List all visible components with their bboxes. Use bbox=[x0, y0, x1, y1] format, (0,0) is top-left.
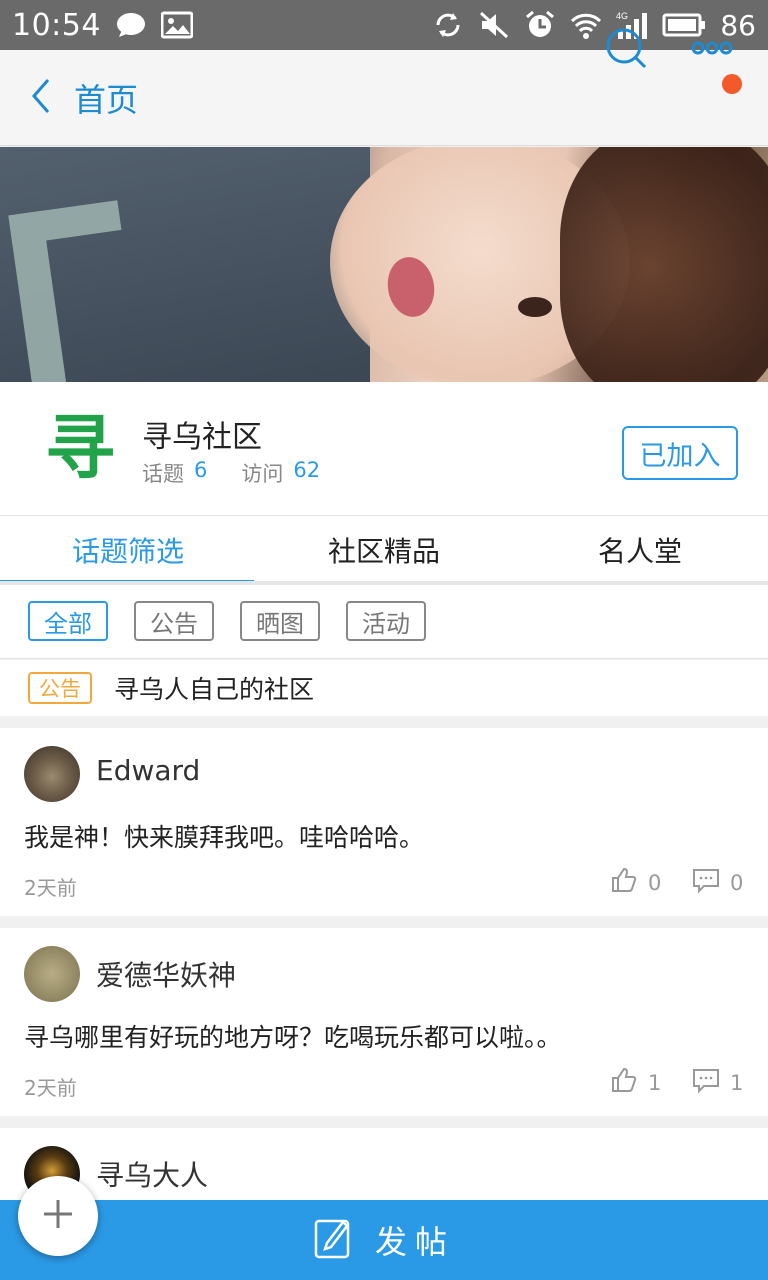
topics-label: 话题 bbox=[142, 462, 184, 486]
like-button[interactable]: 1 bbox=[610, 1066, 661, 1099]
comment-button[interactable]: 0 bbox=[692, 866, 743, 899]
nav-bar: 首页 bbox=[0, 50, 768, 146]
filter-all[interactable]: 全部 bbox=[28, 601, 108, 641]
chevron-left-icon bbox=[28, 76, 54, 120]
comment-count: 0 bbox=[730, 870, 744, 895]
filter-events[interactable]: 活动 bbox=[346, 601, 426, 641]
avatar[interactable] bbox=[24, 746, 80, 802]
tab-hall-of-fame[interactable]: 名人堂 bbox=[512, 516, 768, 584]
post-card[interactable]: 爱德华妖神 寻乌哪里有好玩的地方呀？吃喝玩乐都可以啦。。 2天前 1 1 bbox=[0, 928, 768, 1116]
status-time: 10:54 bbox=[12, 7, 101, 43]
banner-photo-eye bbox=[518, 297, 552, 317]
visits-label: 访问 bbox=[241, 462, 284, 486]
post-author[interactable]: Edward bbox=[96, 754, 200, 787]
notification-dot bbox=[722, 74, 742, 94]
new-post-label: 发帖 bbox=[374, 1223, 455, 1261]
post-content: 我是神！快来膜拜我吧。哇哈哈哈。 bbox=[24, 823, 425, 852]
post-author[interactable]: 爱德华妖神 bbox=[96, 954, 236, 994]
joined-button[interactable]: 已加入 bbox=[622, 426, 738, 480]
new-post-bar[interactable]: 发帖 bbox=[0, 1200, 768, 1280]
status-bar: 10:54 4G 86 bbox=[0, 0, 768, 50]
community-header: 寻 寻乌社区 话题 6 访问 62 已加入 bbox=[0, 382, 768, 515]
post-card[interactable]: 寻乌大人 bbox=[0, 1128, 768, 1202]
post-time: 2天前 bbox=[24, 876, 77, 900]
more-button[interactable] bbox=[688, 24, 744, 70]
like-button[interactable]: 0 bbox=[610, 866, 661, 899]
chat-bubble-icon bbox=[115, 10, 147, 40]
thumbs-up-icon bbox=[610, 866, 638, 899]
filter-bar: 全部 公告 晒图 活动 bbox=[0, 585, 768, 659]
like-count: 0 bbox=[648, 870, 662, 895]
comment-icon bbox=[692, 1066, 720, 1099]
search-icon bbox=[604, 28, 648, 74]
more-icon bbox=[688, 41, 744, 74]
alarm-icon bbox=[524, 10, 556, 40]
thumbs-up-icon bbox=[610, 1066, 638, 1099]
image-icon bbox=[160, 10, 194, 40]
comment-icon bbox=[692, 866, 720, 899]
pinned-notice[interactable]: 公告 寻乌人自己的社区 bbox=[0, 660, 768, 716]
tab-topic-filter[interactable]: 话题筛选 bbox=[0, 516, 256, 584]
visits-count: 62 bbox=[293, 458, 321, 482]
like-count: 1 bbox=[648, 1070, 662, 1095]
filter-photos[interactable]: 晒图 bbox=[240, 601, 320, 641]
mute-icon bbox=[478, 10, 510, 40]
post-card[interactable]: Edward 我是神！快来膜拜我吧。哇哈哈哈。 2天前 0 0 bbox=[0, 728, 768, 916]
back-label: 首页 bbox=[74, 80, 139, 119]
back-button[interactable]: 首页 bbox=[0, 50, 138, 145]
banner-photo-hair bbox=[560, 147, 768, 382]
rotate-icon bbox=[432, 10, 464, 40]
plus-icon bbox=[41, 1197, 75, 1235]
notice-tag: 公告 bbox=[28, 672, 92, 704]
filter-announcement[interactable]: 公告 bbox=[134, 601, 214, 641]
post-time: 2天前 bbox=[24, 1076, 77, 1100]
tab-featured[interactable]: 社区精品 bbox=[256, 516, 512, 584]
svg-text:4G: 4G bbox=[616, 11, 628, 21]
topics-count: 6 bbox=[194, 458, 208, 482]
banner-carousel[interactable] bbox=[0, 147, 768, 382]
community-name: 寻乌社区 bbox=[142, 420, 262, 455]
post-author[interactable]: 寻乌大人 bbox=[96, 1154, 208, 1194]
comment-count: 1 bbox=[730, 1070, 744, 1095]
add-button[interactable] bbox=[18, 1176, 98, 1256]
wifi-icon bbox=[570, 10, 602, 40]
community-logo: 寻 bbox=[45, 407, 115, 489]
notice-text: 寻乌人自己的社区 bbox=[114, 675, 315, 704]
edit-icon bbox=[313, 1216, 353, 1264]
comment-button[interactable]: 1 bbox=[692, 1066, 743, 1099]
community-stats: 话题 6 访问 62 bbox=[142, 458, 320, 488]
tab-bar: 话题筛选 社区精品 名人堂 bbox=[0, 515, 768, 584]
post-content: 寻乌哪里有好玩的地方呀？吃喝玩乐都可以啦。。 bbox=[24, 1023, 562, 1052]
search-button[interactable] bbox=[604, 26, 648, 70]
avatar[interactable] bbox=[24, 946, 80, 1002]
